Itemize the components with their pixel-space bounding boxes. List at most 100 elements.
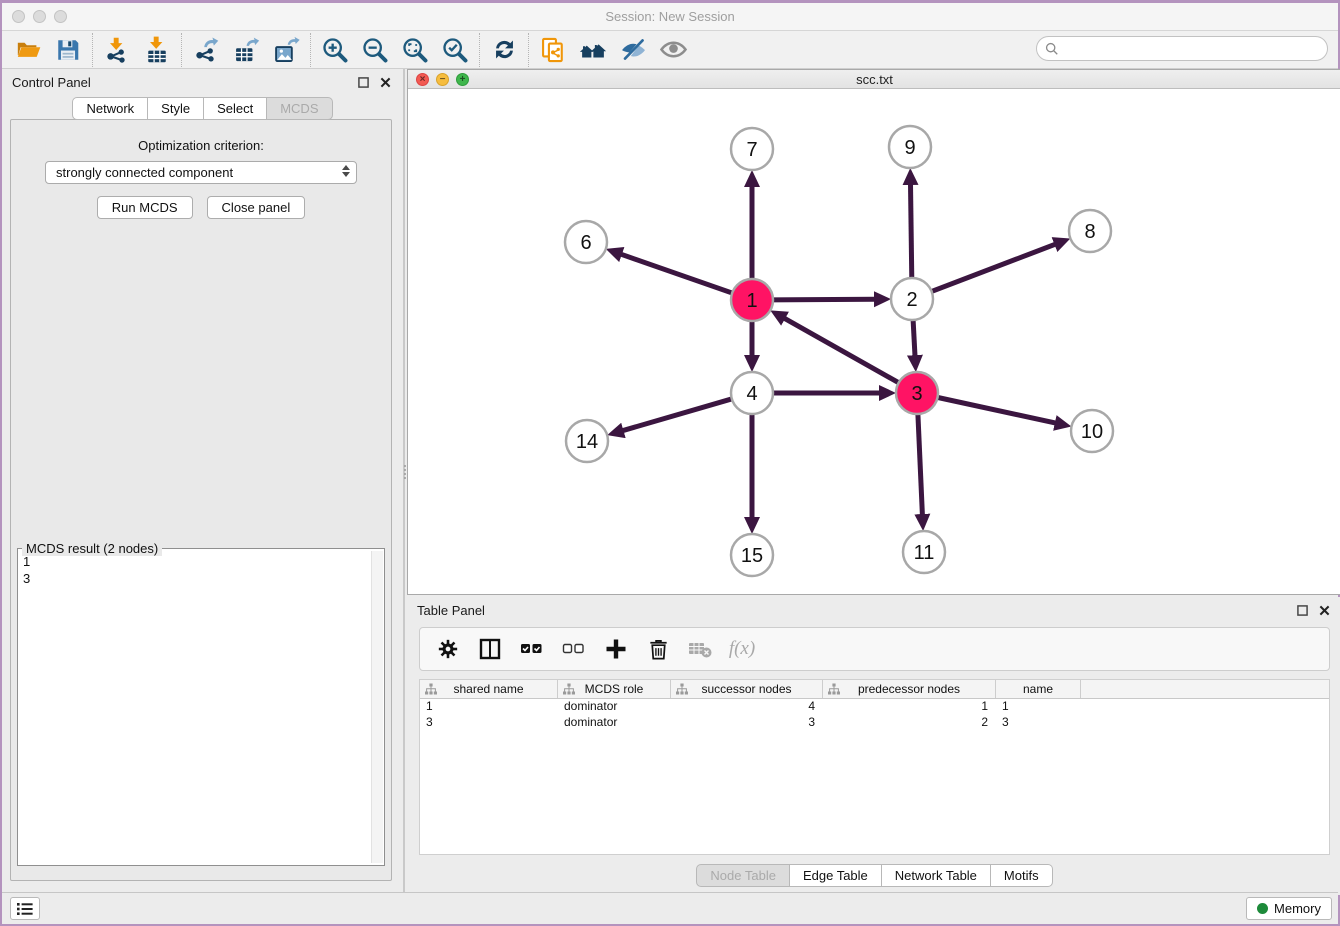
import-network-icon[interactable]	[97, 33, 137, 67]
column-header-shared-name[interactable]: shared name	[420, 680, 558, 698]
node-10[interactable]: 10	[1071, 410, 1113, 452]
toggle-panes-icon[interactable]	[472, 631, 508, 667]
delete-column-icon[interactable]	[640, 631, 676, 667]
cell-MCDS-role[interactable]: dominator	[558, 699, 671, 715]
edge-2-9[interactable]	[911, 184, 912, 280]
cell-shared-name[interactable]: 1	[420, 699, 558, 715]
function-builder-icon[interactable]: f(x)	[724, 631, 760, 667]
mcds-result-text[interactable]: 13	[20, 551, 370, 863]
export-network-icon[interactable]	[186, 33, 226, 67]
column-header-successor-nodes[interactable]: successor nodes	[671, 680, 823, 698]
tab-network-table[interactable]: Network Table	[882, 864, 991, 887]
criterion-select[interactable]: strongly connected component	[45, 161, 357, 184]
table-row[interactable]: 1dominator411	[420, 699, 1329, 715]
node-15[interactable]: 15	[731, 534, 773, 576]
delete-table-icon[interactable]	[682, 631, 718, 667]
network-window-titlebar[interactable]: × − + scc.txt	[408, 70, 1340, 89]
column-header-predecessor-nodes[interactable]: predecessor nodes	[823, 680, 996, 698]
tab-network[interactable]: Network	[72, 97, 148, 120]
export-image-icon[interactable]	[266, 33, 306, 67]
first-neighbors-icon[interactable]	[573, 33, 613, 67]
table-row[interactable]: 3dominator323	[420, 715, 1329, 731]
zoom-fit-icon[interactable]	[395, 33, 435, 67]
svg-text:9: 9	[904, 137, 915, 159]
cell-successor-nodes[interactable]: 4	[671, 699, 823, 715]
control-panel: Control Panel NetworkStyleSelectMCDS Opt…	[2, 69, 405, 895]
refresh-icon[interactable]	[484, 33, 524, 67]
edge-2-3[interactable]	[913, 318, 915, 356]
criterion-select-value: strongly connected component	[56, 165, 233, 180]
svg-text:11: 11	[914, 542, 935, 564]
cell-successor-nodes[interactable]: 3	[671, 715, 823, 731]
tab-mcds[interactable]: MCDS	[267, 97, 332, 120]
tab-style[interactable]: Style	[148, 97, 204, 120]
node-7[interactable]: 7	[731, 128, 773, 170]
close-table-panel-icon[interactable]	[1316, 602, 1332, 618]
node-9[interactable]: 9	[889, 126, 931, 168]
zoom-in-icon[interactable]	[315, 33, 355, 67]
cell-name[interactable]: 3	[996, 715, 1081, 731]
node-2[interactable]: 2	[891, 278, 933, 320]
node-8[interactable]: 8	[1069, 210, 1111, 252]
open-folder-icon[interactable]	[8, 33, 48, 67]
search-field[interactable]	[1036, 36, 1328, 61]
add-column-icon[interactable]	[598, 631, 634, 667]
edge-3-1[interactable]	[784, 318, 900, 384]
edge-2-8[interactable]	[930, 244, 1056, 292]
node-6[interactable]: 6	[565, 221, 607, 263]
network-graph[interactable]: 7 9 6 8 1 2 4 3 14 10 15 11	[408, 89, 1340, 594]
node-1[interactable]: 1	[731, 279, 773, 321]
edge-1-6[interactable]	[621, 254, 734, 294]
run-mcds-button[interactable]: Run MCDS	[97, 196, 193, 219]
result-scrollbar[interactable]	[371, 551, 383, 863]
node-3[interactable]: 3	[896, 372, 938, 414]
task-history-button[interactable]	[10, 897, 40, 920]
deselect-all-checks-icon[interactable]	[556, 631, 592, 667]
close-panel-button[interactable]: Close panel	[207, 196, 306, 219]
zoom-out-icon[interactable]	[355, 33, 395, 67]
svg-text:1: 1	[746, 290, 757, 312]
column-type-icon	[563, 683, 575, 695]
edge-4-14[interactable]	[623, 398, 734, 430]
edge-3-11[interactable]	[918, 412, 923, 515]
search-input[interactable]	[1064, 41, 1327, 56]
network-window-title: scc.txt	[408, 72, 1340, 87]
edge-1-2[interactable]	[771, 299, 875, 300]
float-table-panel-icon[interactable]	[1294, 602, 1310, 618]
close-panel-icon[interactable]	[377, 74, 393, 90]
new-network-from-selection-icon[interactable]	[533, 33, 573, 67]
column-header-MCDS-role[interactable]: MCDS role	[558, 680, 671, 698]
tab-node-table[interactable]: Node Table	[696, 864, 790, 887]
result-line: 3	[23, 570, 367, 587]
settings-gear-icon[interactable]	[430, 631, 466, 667]
memory-button[interactable]: Memory	[1246, 897, 1332, 920]
tab-motifs[interactable]: Motifs	[991, 864, 1053, 887]
cell-predecessor-nodes[interactable]: 1	[823, 699, 996, 715]
select-all-checks-icon[interactable]	[514, 631, 550, 667]
svg-text:2: 2	[906, 289, 917, 311]
float-panel-icon[interactable]	[355, 74, 371, 90]
node-4[interactable]: 4	[731, 372, 773, 414]
save-icon[interactable]	[48, 33, 88, 67]
node-14[interactable]: 14	[566, 420, 608, 462]
column-type-icon	[828, 683, 840, 695]
show-all-icon[interactable]	[653, 33, 693, 67]
tab-edge-table[interactable]: Edge Table	[790, 864, 882, 887]
import-table-icon[interactable]	[137, 33, 177, 67]
table-body: 1dominator4113dominator323	[420, 699, 1329, 731]
cell-name[interactable]: 1	[996, 699, 1081, 715]
control-panel-tabs: NetworkStyleSelectMCDS	[2, 97, 403, 120]
export-table-icon[interactable]	[226, 33, 266, 67]
hide-selected-icon[interactable]	[613, 33, 653, 67]
fx-label: f(x)	[729, 638, 755, 660]
cell-MCDS-role[interactable]: dominator	[558, 715, 671, 731]
node-11[interactable]: 11	[903, 531, 945, 573]
tab-select[interactable]: Select	[204, 97, 267, 120]
mcds-tab-content: Optimization criterion: strongly connect…	[10, 119, 392, 881]
edge-3-10[interactable]	[936, 397, 1056, 423]
cell-predecessor-nodes[interactable]: 2	[823, 715, 996, 731]
column-header-name[interactable]: name	[996, 680, 1081, 698]
network-canvas[interactable]: 7 9 6 8 1 2 4 3 14 10 15 11	[408, 89, 1340, 594]
cell-shared-name[interactable]: 3	[420, 715, 558, 731]
zoom-selected-icon[interactable]	[435, 33, 475, 67]
